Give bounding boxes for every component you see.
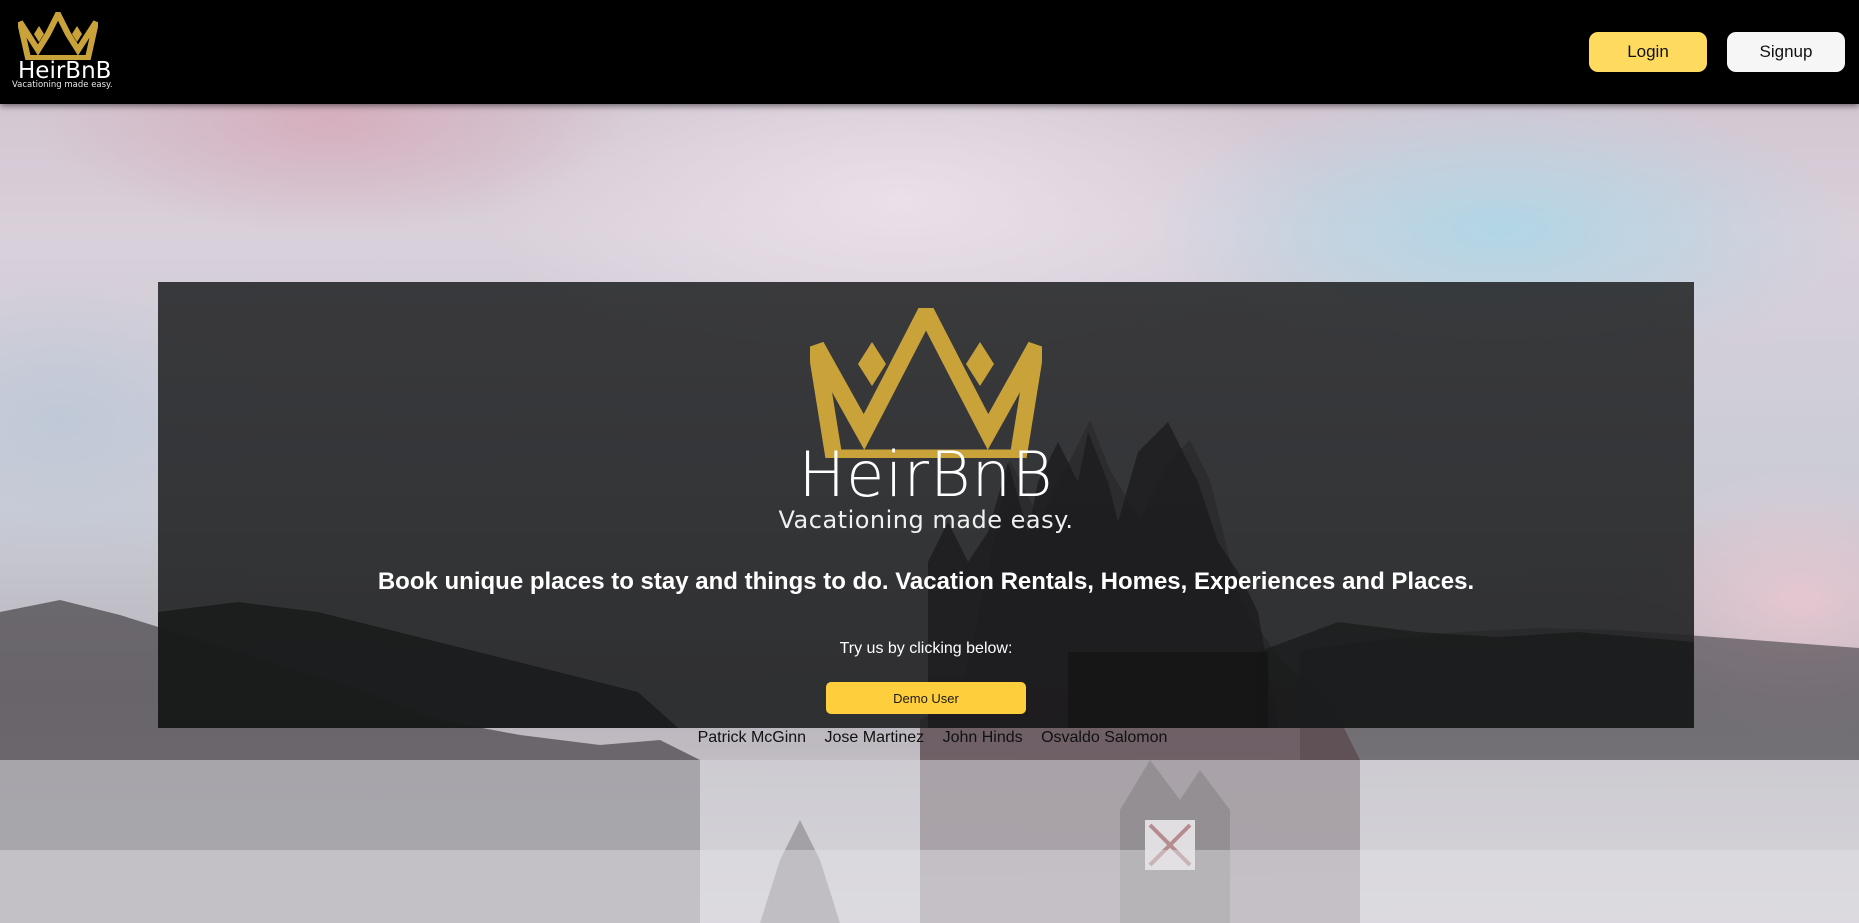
credits-bar: Patrick McGinn Jose Martinez John Hinds …: [0, 729, 1859, 747]
hero-panel: HeirBnB Vacationing made easy. Book uniq…: [158, 282, 1694, 728]
try-us-text: Try us by clicking below:: [839, 640, 1013, 657]
top-navbar: HeirBnB Vacationing made easy. Login Sig…: [0, 0, 1859, 104]
hero-headline: Book unique places to stay and things to…: [377, 568, 1475, 595]
credit-link-jose-martinez[interactable]: Jose Martinez: [825, 729, 925, 746]
logo-tagline: Vacationing made easy.: [12, 80, 113, 90]
hero-logo-wordmark: HeirBnB: [798, 438, 1054, 511]
signup-button[interactable]: Signup: [1727, 32, 1845, 72]
logo-link[interactable]: HeirBnB Vacationing made easy.: [12, 12, 113, 92]
demo-user-button[interactable]: Demo User: [826, 682, 1026, 714]
login-button[interactable]: Login: [1589, 32, 1707, 72]
hero-logo-tagline: Vacationing made easy.: [778, 506, 1074, 534]
credit-link-osvaldo-salomon[interactable]: Osvaldo Salomon: [1041, 729, 1167, 746]
crown-icon: [18, 12, 98, 60]
credit-link-john-hinds[interactable]: John Hinds: [943, 729, 1023, 746]
credit-link-patrick-mcginn[interactable]: Patrick McGinn: [698, 729, 806, 746]
crown-icon: [810, 308, 1042, 458]
